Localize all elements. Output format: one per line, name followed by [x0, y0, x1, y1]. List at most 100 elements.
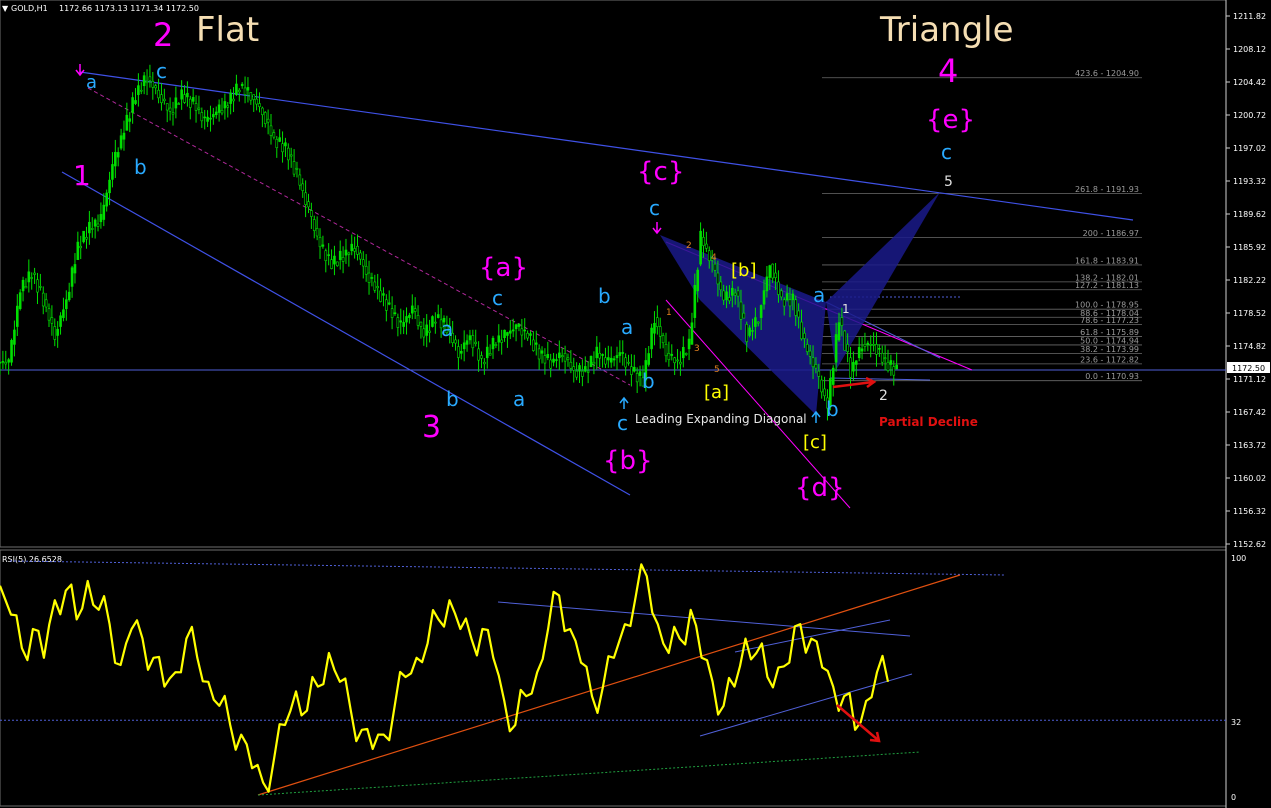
candle-body — [601, 354, 604, 356]
candle-body — [834, 334, 838, 363]
candle-body — [379, 290, 382, 302]
candle-body — [356, 245, 359, 255]
diagonal-label-1: 1 — [666, 308, 672, 318]
candle-body — [583, 366, 587, 372]
candle-body — [696, 269, 700, 292]
price-tick-label: 1160.02 — [1233, 474, 1266, 483]
candle-body — [653, 322, 656, 334]
candle-body — [627, 361, 630, 364]
candle-body — [434, 321, 437, 324]
candle-body — [805, 344, 809, 352]
fib-level-label: 161.8 - 1183.91 — [1075, 256, 1139, 265]
candle-body — [243, 87, 247, 95]
wave-label-a-brace: {a} — [479, 253, 528, 283]
candle-body — [373, 281, 377, 291]
candle-body — [53, 326, 57, 340]
candle-body — [410, 305, 414, 314]
fib-level-label: 423.6 - 1204.90 — [1075, 69, 1139, 78]
candle-body — [558, 352, 561, 359]
candle-body — [249, 92, 253, 101]
candle-body — [765, 276, 769, 292]
candle-body — [575, 370, 578, 378]
candle-body — [612, 358, 616, 361]
fib-level-label: 38.2 - 1173.99 — [1080, 345, 1139, 354]
candle-body — [56, 328, 59, 336]
candle-body — [102, 204, 106, 220]
wave-label-c-3: c — [617, 411, 628, 435]
candle-body — [529, 333, 532, 336]
candle-body — [79, 245, 83, 249]
candle-body — [24, 286, 28, 289]
candle-body — [589, 355, 593, 367]
candle-body — [212, 114, 215, 118]
candle-body — [598, 353, 601, 359]
candle-body — [413, 308, 417, 312]
candle-body — [477, 348, 480, 361]
wave-label-1: 1 — [73, 159, 91, 192]
flat-title: Flat — [196, 10, 259, 50]
candle-body — [543, 355, 547, 364]
candle-body — [376, 286, 379, 289]
candle-body — [791, 293, 795, 301]
candle-body — [157, 89, 160, 99]
candle-body — [852, 361, 855, 372]
candle-body — [327, 254, 330, 256]
candle-body — [549, 359, 552, 369]
candle-body — [312, 219, 316, 231]
candle-body — [866, 342, 870, 345]
candle-body — [361, 259, 365, 267]
candle-body — [137, 85, 140, 95]
candle-body — [200, 112, 204, 122]
candle-body — [88, 221, 91, 234]
candle-body — [65, 299, 68, 310]
candle-body — [174, 97, 178, 109]
candle-body — [883, 357, 887, 360]
candle-body — [350, 243, 354, 252]
candle-body — [139, 89, 143, 92]
price-tick-label: 1200.72 — [1233, 111, 1266, 120]
wave-label-3: 3 — [422, 410, 441, 445]
candle-body — [506, 332, 509, 336]
candle-body — [252, 94, 256, 100]
candle-body — [566, 357, 570, 360]
candle-body — [128, 118, 132, 122]
candle-body — [661, 335, 665, 344]
candle-body — [572, 366, 576, 371]
candle-body — [284, 142, 287, 147]
candle-body — [217, 104, 221, 113]
candle-body — [7, 359, 10, 363]
candle-body — [635, 373, 639, 383]
candle-body — [474, 341, 478, 344]
wave-label-b-3: b — [598, 284, 611, 308]
symbol-dropdown-icon[interactable]: ▼ — [2, 4, 9, 13]
candle-body — [457, 346, 460, 358]
candle-body — [500, 339, 503, 343]
price-tick-label: 1182.22 — [1233, 276, 1266, 285]
candle-body — [336, 261, 339, 267]
candle-body — [416, 315, 420, 326]
candle-body — [183, 94, 186, 103]
wave-label-c-brace: {c} — [637, 157, 684, 187]
candle-body — [722, 290, 725, 301]
candle-body — [586, 370, 590, 373]
candle-body — [96, 223, 100, 227]
ohlc-header: 1172.66 1173.13 1171.34 1172.50 — [59, 4, 199, 13]
diagonal-label-5: 5 — [714, 365, 720, 375]
candle-body — [563, 353, 567, 362]
candle-body — [341, 257, 345, 262]
candle-body — [731, 287, 734, 296]
current-price-label: 1172.50 — [1232, 364, 1265, 373]
candle-body — [454, 339, 457, 344]
candle-body — [18, 292, 22, 310]
candle-body — [292, 161, 296, 175]
candle-body — [263, 112, 267, 124]
rsi-tick-0: 0 — [1231, 793, 1236, 802]
wave-label-c-5: c — [941, 140, 952, 164]
wave-label-a-3: a — [513, 387, 525, 411]
candle-body — [857, 347, 861, 359]
candle-body — [811, 357, 815, 368]
candle-body — [278, 137, 281, 142]
candle-body — [615, 355, 619, 359]
candle-body — [511, 329, 515, 332]
candle-body — [353, 248, 356, 252]
